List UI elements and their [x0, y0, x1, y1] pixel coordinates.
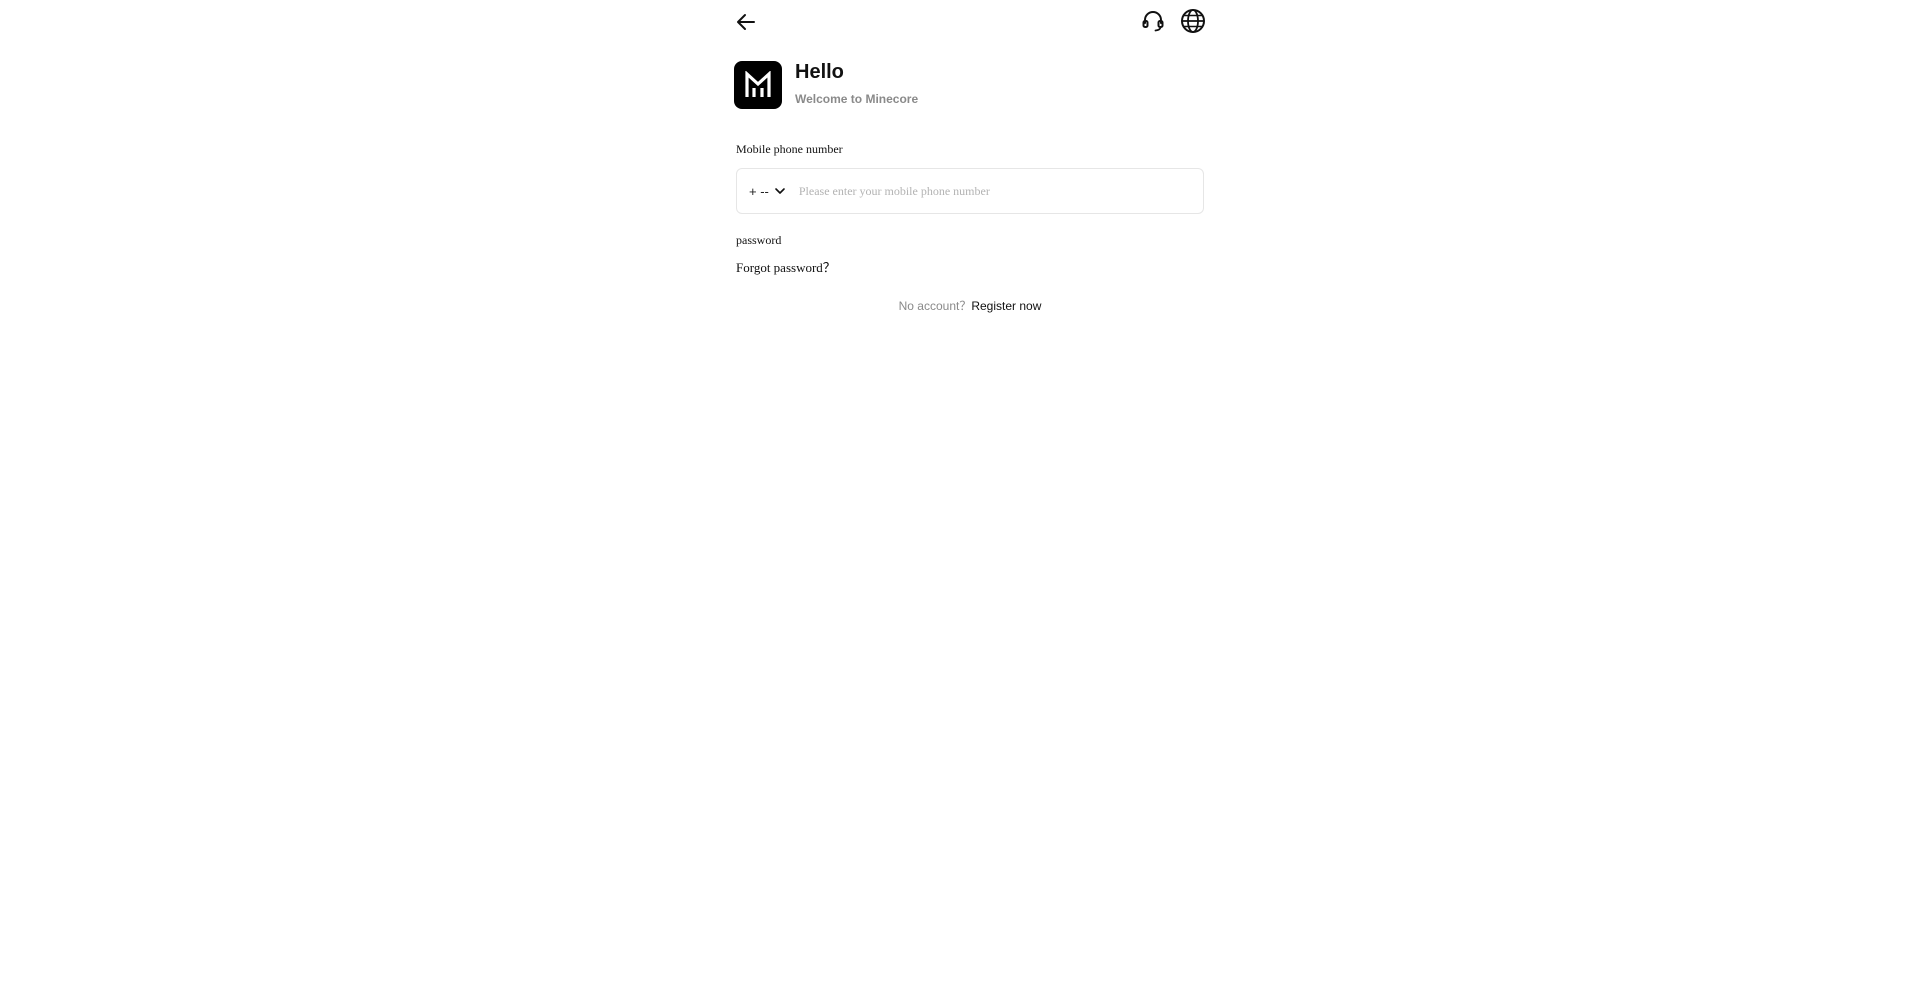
- no-account-text: No account？: [898, 299, 972, 313]
- back-button[interactable]: [734, 10, 758, 34]
- register-now-link[interactable]: Register now: [971, 299, 1041, 313]
- forgot-password-link[interactable]: Forgot password？: [736, 260, 836, 276]
- welcome-subtitle: Welcome to Minecore: [795, 92, 919, 106]
- arrow-left-icon: [737, 14, 755, 30]
- password-label: password: [736, 233, 782, 247]
- phone-field: + --: [736, 168, 1204, 214]
- country-code-select[interactable]: + --: [737, 169, 786, 213]
- headset-icon: [1142, 11, 1164, 32]
- phone-label: Mobile phone number: [736, 142, 843, 156]
- language-button[interactable]: [1180, 8, 1206, 34]
- greeting-title: Hello: [795, 61, 844, 83]
- phone-input[interactable]: [798, 176, 1179, 206]
- app-logo: [734, 61, 782, 109]
- country-code-value: + --: [749, 183, 769, 199]
- login-page: Hello Welcome to Minecore Mobile phone n…: [0, 0, 1920, 993]
- register-row: No account？Register now: [736, 298, 1204, 314]
- minecore-logo-icon: [745, 71, 771, 97]
- globe-icon: [1181, 9, 1205, 33]
- customer-support-button[interactable]: [1140, 8, 1166, 34]
- chevron-down-icon: [775, 188, 785, 194]
